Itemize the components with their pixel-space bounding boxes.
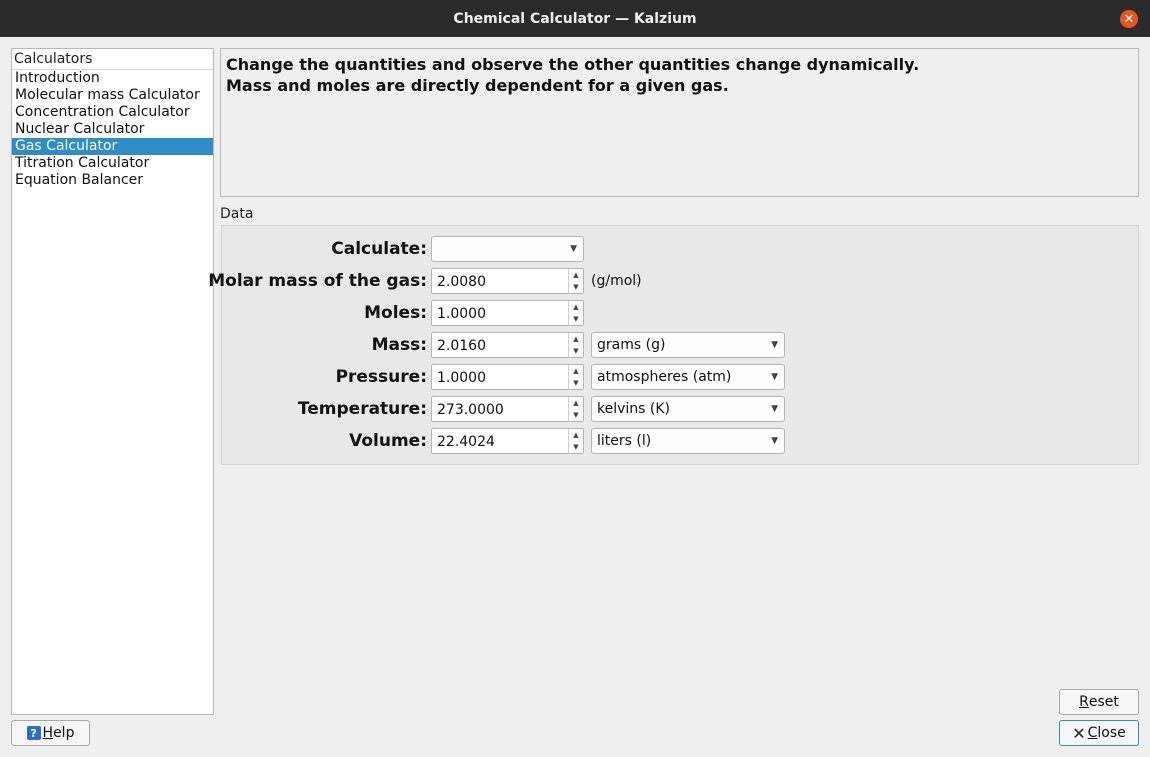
temperature-unit-select[interactable]: kelvins (K) ▼: [591, 396, 785, 422]
spin-down-icon[interactable]: ▼: [569, 441, 583, 453]
temperature-value: 273.0000: [437, 402, 504, 418]
moles-spinbox[interactable]: 1.0000 ▲ ▼: [431, 300, 584, 326]
help-button-label: elp: [53, 725, 75, 741]
pressure-unit-select[interactable]: atmospheres (atm) ▼: [591, 364, 785, 390]
spin-down-icon[interactable]: ▼: [569, 345, 583, 357]
chevron-down-icon: ▼: [570, 244, 577, 254]
spin-up-icon[interactable]: ▲: [569, 397, 583, 409]
sidebar-item-gas[interactable]: Gas Calculator: [12, 138, 213, 155]
volume-row: Volume: 22.4024 ▲ ▼ liters (l) ▼: [222, 428, 1138, 454]
pressure-row: Pressure: 1.0000 ▲ ▼ atmospheres (atm) ▼: [222, 364, 1138, 390]
mass-row: Mass: 2.0160 ▲ ▼ grams (g) ▼: [222, 332, 1138, 358]
mass-unit-value: grams (g): [597, 337, 666, 353]
description-panel: Change the quantities and observe the ot…: [220, 48, 1139, 197]
spin-down-icon[interactable]: ▼: [569, 313, 583, 325]
spin-down-icon[interactable]: ▼: [569, 409, 583, 421]
molar-mass-spin-buttons[interactable]: ▲ ▼: [568, 269, 583, 293]
volume-spin-buttons[interactable]: ▲ ▼: [568, 429, 583, 453]
close-button-label: lose: [1097, 725, 1126, 741]
pressure-unit-value: atmospheres (atm): [597, 369, 732, 385]
reset-button-mnemonic: R: [1079, 694, 1089, 710]
close-icon: ✕: [1072, 723, 1086, 743]
temperature-spinbox[interactable]: 273.0000 ▲ ▼: [431, 396, 584, 422]
data-group: Calculate: ▼ Molar mass of the gas: 2.00…: [208, 225, 1139, 465]
molar-mass-spinbox[interactable]: 2.0080 ▲ ▼: [431, 268, 584, 294]
moles-row: Moles: 1.0000 ▲ ▼: [222, 300, 1138, 326]
close-button[interactable]: ✕ Close: [1059, 720, 1139, 746]
sidebar-item-molecular-mass[interactable]: Molecular mass Calculator: [12, 87, 213, 104]
volume-value: 22.4024: [437, 434, 495, 450]
description-line-1: Change the quantities and observe the ot…: [226, 55, 920, 74]
chevron-down-icon: ▼: [771, 372, 778, 382]
moles-spin-buttons[interactable]: ▲ ▼: [568, 301, 583, 325]
window-title: Chemical Calculator — Kalzium: [453, 10, 697, 27]
calculators-list-header: Calculators: [12, 49, 213, 70]
help-button[interactable]: ? Help: [11, 720, 90, 746]
mass-value: 2.0160: [437, 338, 486, 354]
mass-unit-select[interactable]: grams (g) ▼: [591, 332, 785, 358]
help-icon: ?: [26, 726, 41, 740]
mass-spinbox[interactable]: 2.0160 ▲ ▼: [431, 332, 584, 358]
molar-mass-row: Molar mass of the gas: 2.0080 ▲ ▼ (g/mol…: [208, 268, 1138, 294]
sidebar-item-introduction[interactable]: Introduction: [12, 70, 213, 87]
calculate-label: Calculate:: [331, 239, 427, 259]
spin-up-icon[interactable]: ▲: [569, 269, 583, 281]
temperature-label: Temperature:: [297, 399, 427, 419]
volume-unit-value: liters (l): [597, 433, 652, 449]
temperature-spin-buttons[interactable]: ▲ ▼: [568, 397, 583, 421]
molar-mass-value: 2.0080: [437, 274, 486, 290]
spin-up-icon[interactable]: ▲: [569, 301, 583, 313]
moles-label: Moles:: [364, 303, 427, 323]
chevron-down-icon: ▼: [771, 404, 778, 414]
molar-mass-label: Molar mass of the gas:: [208, 271, 427, 291]
molar-mass-unit: (g/mol): [591, 273, 642, 289]
window-close-icon[interactable]: ✕: [1120, 10, 1138, 28]
close-button-mnemonic: C: [1087, 725, 1098, 741]
volume-spinbox[interactable]: 22.4024 ▲ ▼: [431, 428, 584, 454]
spin-up-icon[interactable]: ▲: [569, 333, 583, 345]
calculate-row: Calculate: ▼: [222, 236, 1138, 262]
reset-button[interactable]: Reset: [1059, 689, 1139, 715]
mass-label: Mass:: [371, 335, 427, 355]
chevron-down-icon: ▼: [771, 436, 778, 446]
sidebar-item-titration[interactable]: Titration Calculator: [12, 155, 213, 172]
temperature-row: Temperature: 273.0000 ▲ ▼ kelvins (K) ▼: [222, 396, 1138, 422]
chevron-down-icon: ▼: [771, 340, 778, 350]
pressure-spin-buttons[interactable]: ▲ ▼: [568, 365, 583, 389]
data-group-label: Data: [220, 206, 254, 222]
pressure-value: 1.0000: [437, 370, 486, 386]
mass-spin-buttons[interactable]: ▲ ▼: [568, 333, 583, 357]
window-titlebar: Chemical Calculator — Kalzium ✕: [0, 0, 1150, 37]
spin-up-icon[interactable]: ▲: [569, 429, 583, 441]
volume-unit-select[interactable]: liters (l) ▼: [591, 428, 785, 454]
description-line-2: Mass and moles are directly dependent fo…: [226, 76, 729, 95]
pressure-spinbox[interactable]: 1.0000 ▲ ▼: [431, 364, 584, 390]
volume-label: Volume:: [349, 431, 427, 451]
spin-down-icon[interactable]: ▼: [569, 281, 583, 293]
help-button-mnemonic: H: [42, 725, 54, 741]
sidebar-item-concentration[interactable]: Concentration Calculator: [12, 104, 213, 121]
sidebar-item-nuclear[interactable]: Nuclear Calculator: [12, 121, 213, 138]
calculate-select[interactable]: ▼: [431, 236, 584, 262]
reset-button-label: eset: [1088, 694, 1119, 710]
sidebar-item-equation-balancer[interactable]: Equation Balancer: [12, 172, 213, 189]
spin-down-icon[interactable]: ▼: [569, 377, 583, 389]
moles-value: 1.0000: [437, 306, 486, 322]
pressure-label: Pressure:: [335, 367, 427, 387]
spin-up-icon[interactable]: ▲: [569, 365, 583, 377]
temperature-unit-value: kelvins (K): [597, 401, 671, 417]
calculators-list[interactable]: Calculators Introduction Molecular mass …: [11, 48, 214, 715]
